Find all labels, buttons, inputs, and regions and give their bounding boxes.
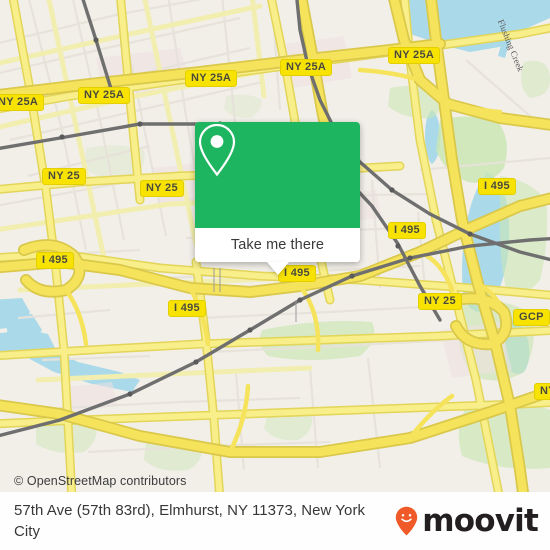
shield-ny-25-left: NY 25 xyxy=(42,168,86,185)
shield-i-495-left: I 495 xyxy=(36,252,74,269)
shield-ny-25a-top-right: NY 25A xyxy=(280,59,333,76)
shield-ny-25-left-lower: NY 25 xyxy=(140,180,184,197)
moovit-pin-smiley-icon xyxy=(395,506,418,536)
moovit-map-screen: Flushing Creek NY 25A NY 25A NY 25A NY 2… xyxy=(0,0,550,550)
shield-gcp: GCP xyxy=(513,309,550,326)
shield-ny-25a-left-edge: NY 25A xyxy=(0,94,45,111)
map-canvas[interactable]: Flushing Creek NY 25A NY 25A NY 25A NY 2… xyxy=(0,0,550,492)
shield-i-495-mid-left: I 495 xyxy=(168,300,206,317)
shield-i-495-far-right: I 495 xyxy=(478,178,516,195)
popup-card-tail xyxy=(266,262,289,275)
shield-ny-25a-upper-left: NY 25A xyxy=(78,87,131,104)
location-popup-card[interactable]: Take me there xyxy=(195,122,360,275)
shield-ny-25a-top-center: NY 25A xyxy=(185,70,238,87)
shield-i-495-right: I 495 xyxy=(388,222,426,239)
moovit-wordmark: moovit xyxy=(422,502,539,539)
take-me-there-button[interactable]: Take me there xyxy=(231,237,324,253)
shield-ny-25a-top-far-right: NY 25A xyxy=(388,47,441,64)
shield-ny-right-edge: NY xyxy=(534,383,550,400)
osm-attribution[interactable]: © OpenStreetMap contributors xyxy=(14,474,187,488)
shield-ny-25-right: NY 25 xyxy=(418,293,462,310)
moovit-logo[interactable]: moovit xyxy=(395,502,550,539)
popup-card-footer[interactable]: Take me there xyxy=(195,228,360,275)
bottom-info-panel: 57th Ave (57th 83rd), Elmhurst, NY 11373… xyxy=(0,492,550,550)
address-label: 57th Ave (57th 83rd), Elmhurst, NY 11373… xyxy=(14,502,366,540)
popup-card-header xyxy=(195,122,360,228)
